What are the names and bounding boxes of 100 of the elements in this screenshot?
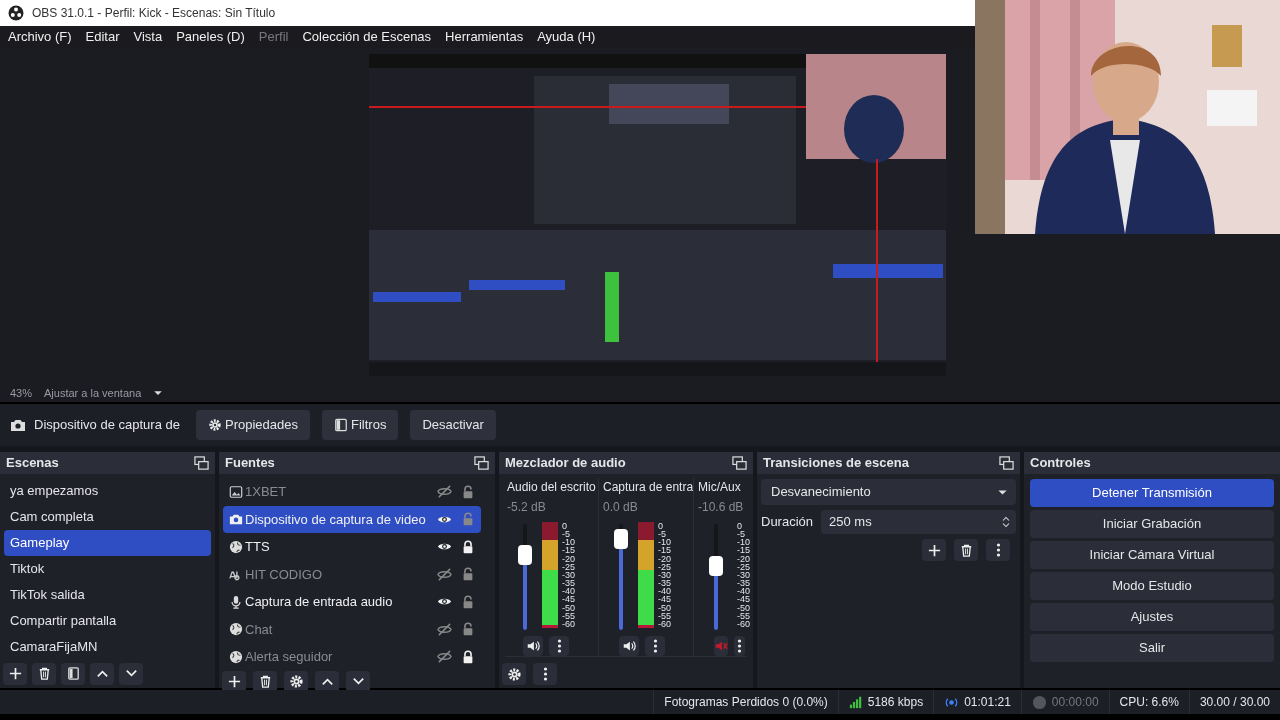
mute-button[interactable] bbox=[619, 636, 639, 656]
source-name: HIT CODIGO bbox=[245, 565, 324, 584]
advanced-audio-button[interactable] bbox=[502, 663, 526, 685]
move-up-button[interactable] bbox=[315, 670, 339, 693]
cpu-usage: CPU: 6.6% bbox=[1119, 694, 1179, 711]
meter-scale-label: -55 bbox=[562, 611, 575, 620]
undock-icon[interactable] bbox=[194, 455, 209, 471]
control-button[interactable]: Salir bbox=[1030, 634, 1274, 662]
slider-thumb[interactable] bbox=[518, 544, 532, 565]
add-button[interactable] bbox=[922, 539, 946, 561]
unlock-icon[interactable] bbox=[461, 567, 475, 582]
menu-item[interactable]: Editar bbox=[85, 27, 120, 47]
source-item[interactable]: Captura de entrada audio bbox=[223, 588, 481, 616]
eye-hidden-icon[interactable] bbox=[437, 484, 452, 500]
settings-button[interactable] bbox=[284, 670, 308, 693]
control-button[interactable]: Iniciar Cámara Virtual bbox=[1030, 541, 1274, 569]
camera-icon bbox=[229, 512, 243, 527]
volume-slider[interactable] bbox=[518, 522, 532, 632]
move-up-button[interactable] bbox=[90, 662, 114, 685]
volume-slider[interactable] bbox=[709, 522, 723, 632]
globe-icon bbox=[229, 649, 243, 664]
volume-slider[interactable] bbox=[614, 522, 628, 632]
more-button[interactable] bbox=[533, 663, 557, 685]
mute-button[interactable] bbox=[523, 636, 543, 656]
meter-scale-label: -30 bbox=[737, 570, 750, 579]
advanced-audio-icon bbox=[506, 666, 522, 682]
meter-scale-label: -5 bbox=[658, 530, 666, 539]
source-item[interactable]: HIT CODIGO bbox=[223, 560, 481, 588]
source-item[interactable]: TTS bbox=[223, 533, 481, 561]
eye-hidden-icon[interactable] bbox=[437, 566, 452, 582]
source-item[interactable]: 1XBET bbox=[223, 478, 481, 506]
lock-icon[interactable] bbox=[461, 539, 475, 554]
scene-item[interactable]: Compartir pantalla bbox=[4, 608, 211, 634]
menu-item[interactable]: Paneles (D) bbox=[176, 27, 245, 47]
duration-field[interactable]: 250 ms bbox=[821, 510, 1016, 534]
eye-hidden-icon[interactable] bbox=[437, 649, 452, 665]
remove-button[interactable] bbox=[954, 539, 978, 561]
scene-item[interactable]: TikTok salida bbox=[4, 582, 211, 608]
panel-title: Controles bbox=[1030, 454, 1091, 473]
menu-item[interactable]: Archivo (F) bbox=[8, 27, 72, 47]
add-button[interactable] bbox=[3, 662, 27, 685]
menu-item[interactable]: Ayuda (H) bbox=[537, 27, 596, 47]
meter-scale-label: -35 bbox=[658, 579, 671, 588]
image-icon bbox=[229, 484, 243, 499]
scene-item[interactable]: ya empezamos bbox=[4, 478, 211, 504]
undock-icon[interactable] bbox=[999, 455, 1014, 471]
unlock-icon[interactable] bbox=[461, 594, 475, 609]
undock-icon[interactable] bbox=[732, 455, 747, 471]
filters-button[interactable]: Filtros bbox=[322, 410, 399, 440]
control-button[interactable]: Modo Estudio bbox=[1030, 572, 1274, 600]
slider-thumb[interactable] bbox=[614, 529, 628, 550]
window-title: OBS 31.0.1 - Perfil: Kick - Escenas: Sin Título bbox=[32, 5, 276, 22]
meter-scale-label: -5 bbox=[737, 530, 745, 539]
filter-icon bbox=[334, 418, 348, 432]
unlock-icon[interactable] bbox=[461, 484, 475, 499]
menu-item[interactable]: Vista bbox=[133, 27, 163, 47]
source-item[interactable]: Alerta seguidor bbox=[223, 643, 481, 671]
more-button[interactable] bbox=[549, 636, 569, 656]
source-name: Alerta seguidor bbox=[245, 648, 334, 666]
lock-icon[interactable] bbox=[461, 649, 475, 664]
more-button[interactable] bbox=[734, 636, 745, 656]
control-button[interactable]: Ajustes bbox=[1030, 603, 1274, 631]
speaker-icon bbox=[526, 639, 540, 653]
meter-scale-label: -25 bbox=[562, 562, 575, 571]
remove-button[interactable] bbox=[253, 670, 277, 693]
meter-scale-label: -40 bbox=[737, 587, 750, 596]
scene-item[interactable]: Cam completa bbox=[4, 504, 211, 530]
move-down-button[interactable] bbox=[346, 670, 370, 693]
source-item[interactable]: Chat bbox=[223, 615, 481, 643]
channel-reading: 0.0 dB bbox=[603, 499, 639, 516]
record-time: 00:00:00 bbox=[1051, 694, 1099, 711]
dots-icon bbox=[737, 639, 742, 653]
more-button[interactable] bbox=[645, 636, 665, 656]
add-button[interactable] bbox=[222, 670, 246, 693]
filters-button[interactable] bbox=[61, 662, 85, 685]
meter-scale-label: -45 bbox=[737, 595, 750, 604]
scene-item[interactable]: Gameplay bbox=[4, 530, 211, 556]
signal-bars-icon bbox=[848, 695, 863, 709]
meter-scale-label: -10 bbox=[737, 538, 750, 547]
source-item[interactable]: Dispositivo de captura de video bbox=[223, 505, 481, 533]
menu-item[interactable]: Herramientas bbox=[445, 27, 524, 47]
eye-hidden-icon[interactable] bbox=[437, 621, 452, 637]
app-logo-icon bbox=[8, 5, 24, 21]
properties-button[interactable]: Propiedades bbox=[196, 410, 310, 440]
undock-icon[interactable] bbox=[474, 455, 489, 471]
move-down-button[interactable] bbox=[119, 662, 143, 685]
scene-item[interactable]: Tiktok bbox=[4, 556, 211, 582]
deactivate-button[interactable]: Desactivar bbox=[410, 410, 496, 440]
control-button[interactable]: Detener Transmisión bbox=[1030, 479, 1274, 507]
more-button[interactable] bbox=[986, 539, 1010, 561]
transition-dropdown[interactable]: Desvanecimiento bbox=[761, 479, 1016, 505]
scene-item[interactable]: CamaraFijaMN bbox=[4, 634, 211, 660]
control-button[interactable]: Iniciar Grabación bbox=[1030, 510, 1274, 538]
unlock-icon[interactable] bbox=[461, 622, 475, 637]
menu-item[interactable]: Colección de Escenas bbox=[302, 27, 432, 47]
slider-thumb[interactable] bbox=[709, 556, 723, 577]
panel-title: Mezclador de audio bbox=[505, 454, 626, 473]
remove-button[interactable] bbox=[32, 662, 56, 685]
meter-scale-label: -55 bbox=[658, 611, 671, 620]
fit-dropdown[interactable]: Ajustar a la ventana bbox=[44, 384, 164, 402]
